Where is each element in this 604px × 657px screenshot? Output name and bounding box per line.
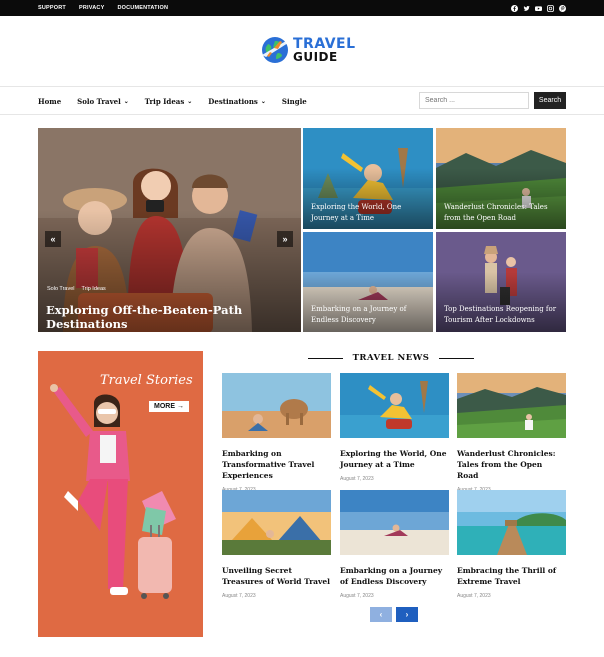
site-logo[interactable]: TRAVEL GUIDE <box>260 33 360 67</box>
nav-label: Solo Travel <box>77 96 121 106</box>
news-title[interactable]: Unveiling Secret Treasures of World Trav… <box>222 565 331 587</box>
beach-couple-image <box>340 490 449 555</box>
news-thumbnail[interactable] <box>222 373 331 438</box>
traveler-woman-image <box>38 351 203 637</box>
news-thumbnail[interactable] <box>340 373 449 438</box>
news-date: August 7, 2023 <box>222 593 256 599</box>
news-title[interactable]: Embracing the Thrill of Extreme Travel <box>457 565 566 587</box>
nav-item-single[interactable]: Single <box>282 97 307 106</box>
heading-line-right <box>439 357 474 359</box>
pier-lagoon-image <box>457 490 566 555</box>
news-title[interactable]: Exploring the World, One Journey at a Ti… <box>340 448 449 470</box>
hero-tile-3[interactable]: Embarking on a Journey of Endless Discov… <box>303 232 433 332</box>
nav-label: Destinations <box>208 96 258 106</box>
facebook-icon[interactable] <box>511 4 518 12</box>
banner-more-button[interactable]: MORE → <box>149 401 189 412</box>
news-card[interactable]: Exploring the World, One Journey at a Ti… <box>340 373 449 482</box>
logo-text-guide: GUIDE <box>293 50 338 64</box>
news-thumbnail[interactable] <box>340 490 449 555</box>
nav-label: Single <box>281 96 307 106</box>
news-card[interactable]: Wanderlust Chronicles: Tales from the Op… <box>457 373 566 493</box>
news-date: August 7, 2023 <box>340 593 374 599</box>
nav-item-home[interactable]: Home <box>38 97 61 106</box>
main-nav: Home Solo Travel ⌄ Trip Ideas ⌄ Destinatio… <box>38 94 307 108</box>
instagram-icon[interactable] <box>547 4 554 12</box>
twitter-icon[interactable] <box>523 5 530 12</box>
pinterest-icon[interactable] <box>559 4 566 12</box>
news-prev-button[interactable]: ‹ <box>370 607 392 622</box>
header-divider <box>0 86 604 87</box>
hero-tile-1[interactable]: Exploring the World, One Journey at a Ti… <box>303 128 433 229</box>
news-card[interactable]: Unveiling Secret Treasures of World Trav… <box>222 490 331 599</box>
news-title[interactable]: Embarking on Transformative Travel Exper… <box>222 448 331 481</box>
top-link-privacy[interactable]: PRIVACY <box>79 5 104 11</box>
news-next-button[interactable]: › <box>396 607 418 622</box>
top-link-support[interactable]: SUPPORT <box>38 5 66 11</box>
top-bar: SUPPORT PRIVACY DOCUMENTATION <box>0 0 604 16</box>
nav-item-solo-travel[interactable]: Solo Travel ⌄ <box>77 97 129 106</box>
globe-plane-icon <box>262 37 288 63</box>
news-date: August 7, 2023 <box>340 476 374 482</box>
nav-divider <box>0 114 604 115</box>
news-card[interactable]: Embarking on Transformative Travel Exper… <box>222 373 331 493</box>
section-heading-text: TRAVEL NEWS <box>352 353 430 363</box>
news-title[interactable]: Embarking on a Journey of Endless Discov… <box>340 565 449 587</box>
youtube-icon[interactable] <box>535 5 542 12</box>
nav-item-destinations[interactable]: Destinations ⌄ <box>208 97 266 106</box>
nav-item-trip-ideas[interactable]: Trip Ideas ⌄ <box>145 97 193 106</box>
news-card[interactable]: Embarking on a Journey of Endless Discov… <box>340 490 449 599</box>
hero-tile-4-title[interactable]: Top Destinations Reopening for Tourism A… <box>444 304 558 326</box>
news-thumbnail[interactable] <box>457 373 566 438</box>
news-title[interactable]: Wanderlust Chronicles: Tales from the Op… <box>457 448 566 481</box>
banner-title: Travel Stories <box>100 373 193 388</box>
chevron-down-icon: ⌄ <box>260 97 266 105</box>
hero-main-post[interactable]: Solo Travel Trip Ideas Exploring Off-the… <box>38 128 301 332</box>
tag-trip-ideas[interactable]: Trip Ideas <box>82 286 106 292</box>
news-card[interactable]: Embracing the Thrill of Extreme Travel A… <box>457 490 566 599</box>
nav-label: Home <box>38 96 62 106</box>
search-button[interactable]: Search <box>534 92 566 109</box>
chevron-down-icon: ⌄ <box>123 97 129 105</box>
hero-tile-3-title[interactable]: Embarking on a Journey of Endless Discov… <box>311 304 425 326</box>
world-journey-image <box>340 373 449 438</box>
heading-line-left <box>308 357 343 359</box>
slider-next-button[interactable]: » <box>277 231 293 247</box>
camping-image <box>222 490 331 555</box>
tag-solo-travel[interactable]: Solo Travel <box>47 286 75 292</box>
news-thumbnail[interactable] <box>222 490 331 555</box>
travel-stories-banner[interactable]: Travel Stories MORE → <box>38 351 203 637</box>
news-thumbnail[interactable] <box>457 490 566 555</box>
hero-tile-4[interactable]: Top Destinations Reopening for Tourism A… <box>436 232 566 332</box>
social-links <box>511 0 566 16</box>
news-date: August 7, 2023 <box>457 593 491 599</box>
tea-hills-image <box>457 373 566 438</box>
top-link-documentation[interactable]: DOCUMENTATION <box>117 5 168 11</box>
hero-tile-1-title[interactable]: Exploring the World, One Journey at a Ti… <box>311 202 425 224</box>
top-links: SUPPORT PRIVACY DOCUMENTATION <box>38 0 168 16</box>
slider-prev-button[interactable]: « <box>45 231 61 247</box>
hero-tile-2[interactable]: Wanderlust Chronicles: Tales from the Op… <box>436 128 566 229</box>
hero-tile-2-title[interactable]: Wanderlust Chronicles: Tales from the Op… <box>444 202 558 224</box>
chevron-down-icon: ⌄ <box>187 97 193 105</box>
beach-camels-image <box>222 373 331 438</box>
search-input[interactable] <box>419 92 529 109</box>
section-heading-travel-news: TRAVEL NEWS <box>308 352 474 364</box>
nav-label: Trip Ideas <box>144 96 185 106</box>
hero-main-title[interactable]: Exploring Off-the-Beaten-Path Destinatio… <box>46 303 293 331</box>
hero-tags: Solo Travel Trip Ideas <box>47 286 106 292</box>
